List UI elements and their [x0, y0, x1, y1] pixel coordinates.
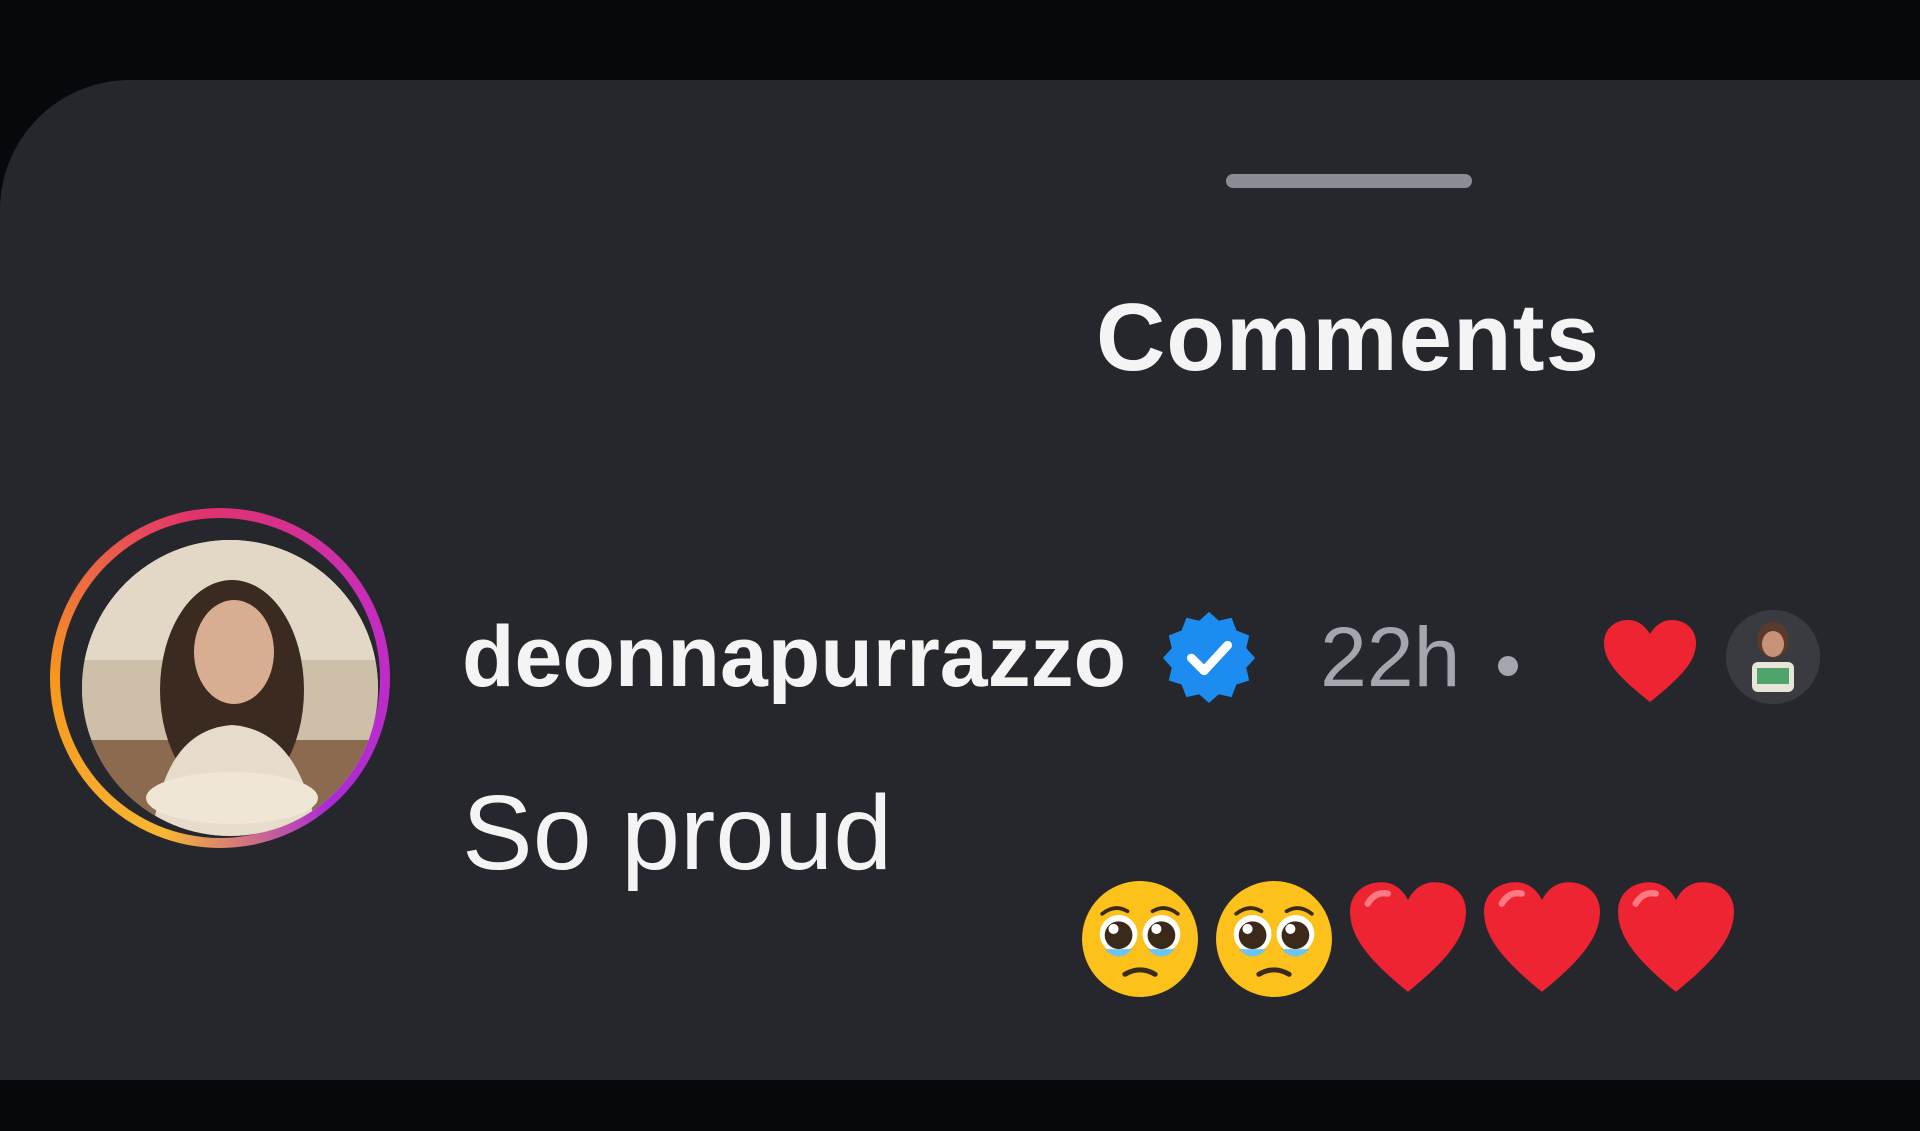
pleading-face-emoji-icon: [900, 770, 1198, 997]
timestamp: 22h: [1320, 610, 1461, 704]
comment-text: So proud: [462, 774, 893, 892]
comment-header: deonnapurrazzo 22h: [462, 592, 1821, 722]
red-heart-emoji-icon: [1168, 770, 1466, 992]
separator-dot: [1498, 656, 1519, 676]
pleading-face-emoji-icon: [1034, 770, 1332, 997]
verified-badge-icon: [1160, 608, 1258, 706]
liked-by-creator-heart-icon: [1600, 616, 1700, 706]
creator-avatar: [1726, 610, 1821, 704]
username[interactable]: deonnapurrazzo: [462, 614, 1126, 700]
avatar-photo: [82, 540, 378, 836]
red-heart-emoji-icon: [1302, 770, 1600, 992]
story-ring[interactable]: [50, 508, 390, 848]
comment-body: So proud: [462, 770, 1734, 997]
red-heart-emoji-icon: [1436, 770, 1734, 992]
comment-item: deonnapurrazzo 22h So proud: [0, 0, 1920, 1000]
avatar[interactable]: [82, 540, 378, 836]
